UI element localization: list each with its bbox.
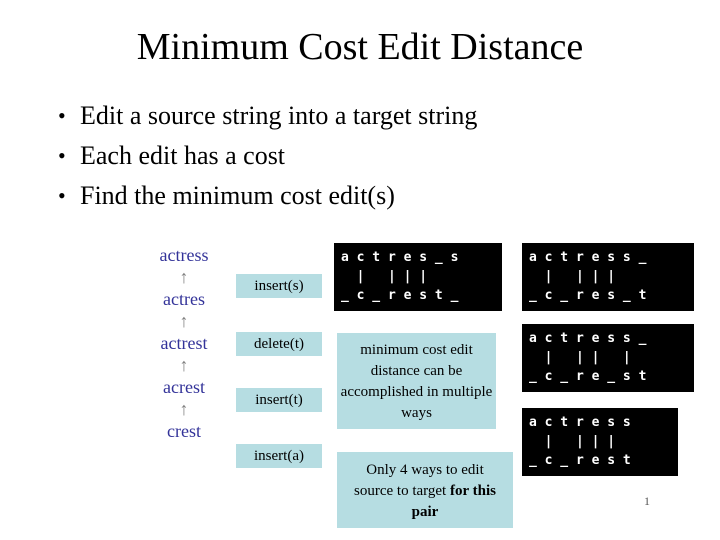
operation-chip-delete-t: delete(t) (236, 332, 322, 356)
alignment-block-1: a c t r e s _ s | | | | _ c _ r e s t _ (334, 243, 502, 311)
alignment-source-row: a c t r e s s _ (529, 250, 647, 265)
edit-chain-column: actress ↑ actres ↑ actrest ↑ acrest ↑ cr… (136, 244, 232, 442)
alignment-block-3: a c t r e s s _ | | | | _ c _ r e _ s t (522, 324, 694, 392)
up-arrow-icon: ↑ (179, 311, 189, 331)
alignment-source-row: a c t r e s s (529, 415, 631, 430)
alignment-block-4: a c t r e s s | | | | _ c _ r e s t (522, 408, 678, 476)
up-arrow-icon: ↑ (179, 355, 189, 375)
alignment-block-2: a c t r e s s _ | | | | _ c _ r e s _ t (522, 243, 694, 311)
operation-chip-insert-a: insert(a) (236, 444, 322, 468)
bullet-text: Each edit has a cost (80, 141, 286, 170)
alignment-target-row: _ c _ r e _ s t (529, 369, 647, 384)
chain-word-actres: actres (163, 289, 205, 309)
alignment-source-row: a c t r e s s _ (529, 331, 647, 346)
chain-word-actrest: actrest (160, 333, 208, 353)
bullet-marker-icon: • (58, 143, 66, 168)
page-title: Minimum Cost Edit Distance (136, 26, 584, 68)
caption-minimum-cost: minimum cost edit distance can be accomp… (337, 333, 496, 429)
slide-canvas: Minimum Cost Edit Distance • Edit a sour… (0, 0, 720, 540)
bullet-marker-icon: • (58, 183, 66, 208)
alignment-target-row: _ c _ r e s t (529, 453, 631, 468)
alignment-match-row: | | | | (529, 269, 647, 284)
list-item: • Find the minimum cost edit(s) (58, 176, 658, 216)
alignment-match-row: | | | | (529, 434, 631, 449)
bullet-text: Edit a source string into a target strin… (80, 101, 478, 130)
chain-word-crest: crest (167, 421, 201, 441)
list-item: • Edit a source string into a target str… (58, 96, 658, 136)
bullet-marker-icon: • (58, 103, 66, 128)
chain-word-acrest: acrest (163, 377, 205, 397)
operation-chip-insert-s: insert(s) (236, 274, 322, 298)
page-number: 1 (644, 494, 650, 508)
operation-chip-insert-t: insert(t) (236, 388, 322, 412)
chain-word-actress: actress (159, 245, 209, 265)
alignment-target-row: _ c _ r e s _ t (529, 288, 647, 303)
alignment-match-row: | | | | (341, 269, 459, 284)
caption-only-four-ways: Only 4 ways to edit source to target for… (337, 452, 513, 528)
alignment-source-row: a c t r e s _ s (341, 250, 459, 265)
bullet-text: Find the minimum cost edit(s) (80, 181, 395, 210)
alignment-target-row: _ c _ r e s t _ (341, 288, 459, 303)
list-item: • Each edit has a cost (58, 136, 658, 176)
bullet-list: • Edit a source string into a target str… (58, 96, 658, 216)
up-arrow-icon: ↑ (179, 399, 189, 419)
alignment-match-row: | | | | (529, 350, 647, 365)
up-arrow-icon: ↑ (179, 267, 189, 287)
